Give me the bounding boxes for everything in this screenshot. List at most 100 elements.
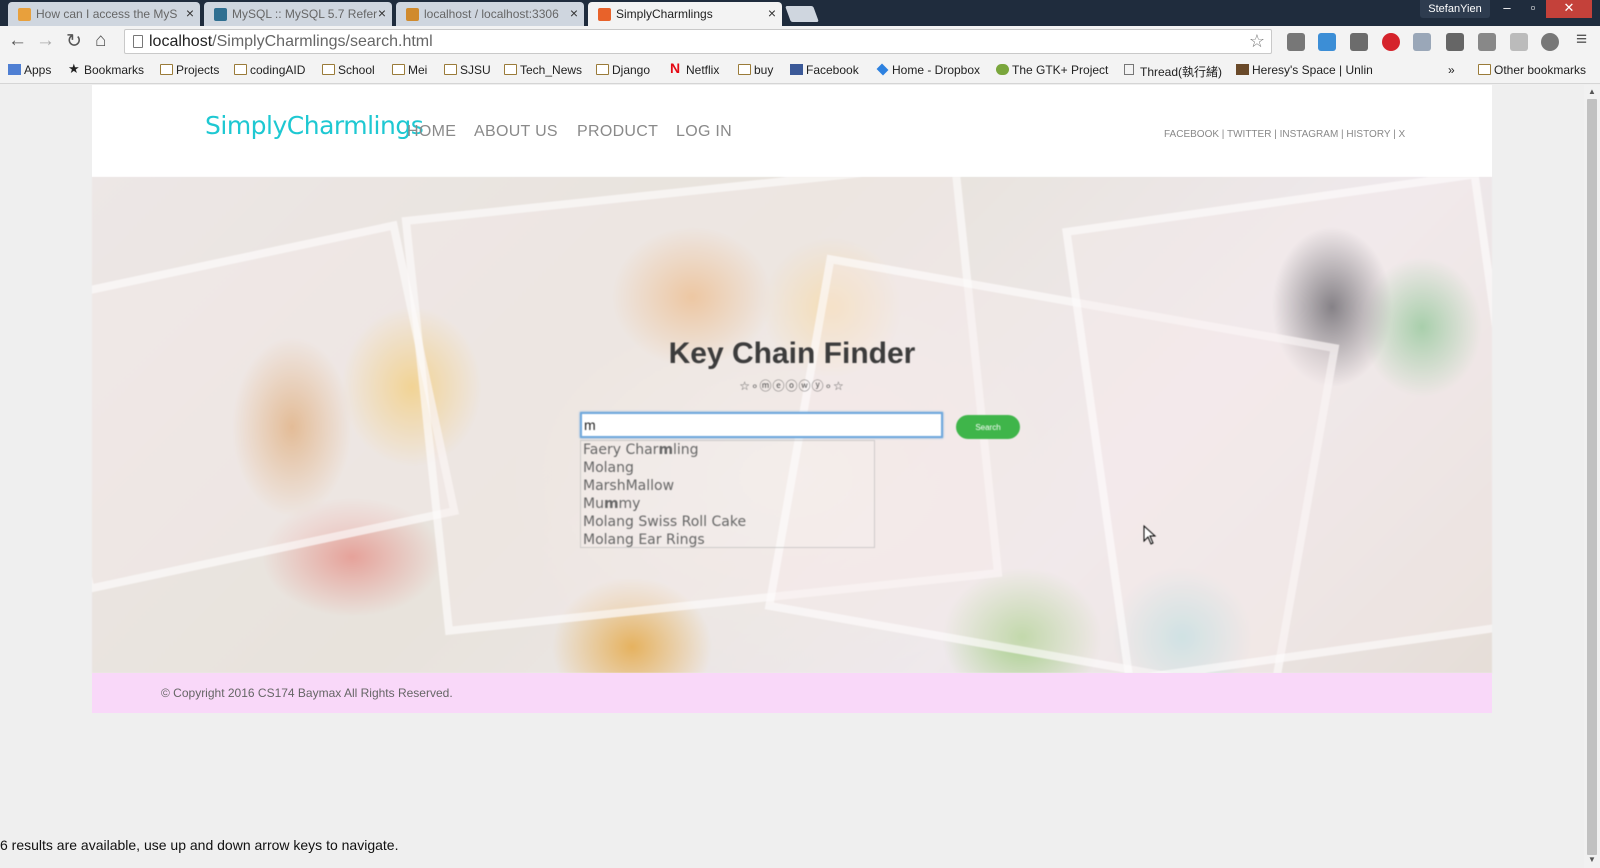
bookmark-label: SJSU <box>460 63 491 77</box>
close-tab-icon[interactable]: × <box>570 5 578 21</box>
page-icon <box>133 35 143 48</box>
suggestion-match: M <box>583 532 596 548</box>
suggestion-item[interactable]: MarshMallow <box>581 477 874 495</box>
opera-extension-icon[interactable] <box>1382 33 1400 51</box>
bookmark-projects[interactable]: Projects <box>160 63 219 77</box>
star-icon: ★ <box>68 61 80 76</box>
stackoverflow-favicon-icon <box>18 8 31 21</box>
bookmark-gtk[interactable]: The GTK+ Project <box>996 63 1108 77</box>
menu-icon[interactable]: ≡ <box>1576 29 1587 51</box>
tab-phpmyadmin[interactable]: localhost / localhost:3306 × <box>396 2 584 26</box>
page-icon <box>1124 64 1134 75</box>
site-footer: © Copyright 2016 CS174 Baymax All Rights… <box>92 673 1492 713</box>
suggestion-match: M <box>583 460 596 476</box>
bookmark-sjsu[interactable]: SJSU <box>444 63 491 77</box>
folder-icon <box>234 64 247 75</box>
bookmark-netflix[interactable]: N Netflix <box>670 60 719 77</box>
maximize-button[interactable]: ▫ <box>1520 0 1546 18</box>
bookmark-star-icon[interactable]: ☆ <box>1249 31 1265 52</box>
suggestion-item[interactable]: Faery Charmling <box>581 441 874 459</box>
bookmarks-bar: Apps ★ Bookmarks Projects codingAID Schoo… <box>0 58 1600 84</box>
suggestion-match: m <box>658 442 674 458</box>
bookmark-facebook[interactable]: Facebook <box>790 63 859 77</box>
suggestion-match: M <box>583 514 596 530</box>
vertical-scrollbar[interactable]: ▲ ▼ <box>1584 85 1600 868</box>
suggestion-text: Mu <box>583 496 604 512</box>
close-tab-icon[interactable]: × <box>378 5 386 21</box>
extension-icon[interactable] <box>1541 33 1559 51</box>
bookmark-buy[interactable]: buy <box>738 63 773 77</box>
bookmarks-overflow-chevron-icon[interactable]: » <box>1448 63 1455 77</box>
background-photo-card <box>1062 177 1492 673</box>
copyright-text: © Copyright 2016 CS174 Baymax All Rights… <box>161 686 453 700</box>
suggestion-text: arshMallow <box>595 478 675 494</box>
bookmark-heresy[interactable]: Heresy's Space | Unlin <box>1236 63 1373 77</box>
close-window-button[interactable]: ✕ <box>1546 0 1592 18</box>
suggestion-item[interactable]: Molang <box>581 459 874 477</box>
scroll-up-arrow-icon[interactable]: ▲ <box>1588 87 1596 96</box>
background-photo-card <box>92 220 460 594</box>
minimize-button[interactable]: – <box>1494 0 1520 18</box>
address-bar[interactable]: localhost/SimplyCharmlings/search.html ☆ <box>124 29 1272 54</box>
bookmark-apps[interactable]: Apps <box>8 63 51 77</box>
profile-button[interactable]: StefanYien <box>1420 0 1490 18</box>
site-logo[interactable]: SimplyCharmlings <box>205 111 424 140</box>
nav-home[interactable]: HOME <box>407 123 456 141</box>
forward-arrow-icon[interactable]: → <box>36 30 55 52</box>
folder-icon <box>322 64 335 75</box>
tab-stackoverflow[interactable]: How can I access the MyS × <box>8 2 200 26</box>
page-viewport: SimplyCharmlings HOME ABOUT US PRODUCT L… <box>0 85 1584 868</box>
bookmark-codingaid[interactable]: codingAID <box>234 63 305 77</box>
tab-title: MySQL :: MySQL 5.7 Refer <box>232 7 378 21</box>
bookmark-tech-news[interactable]: Tech_News <box>504 63 582 77</box>
bookmark-label: Other bookmarks <box>1494 63 1587 77</box>
bookmark-django[interactable]: Django <box>596 63 650 77</box>
suggestion-text: Faery Char <box>583 442 659 458</box>
folder-icon <box>1478 64 1491 75</box>
bookmark-label: Apps <box>24 63 52 77</box>
bookmark-school[interactable]: School <box>322 63 375 77</box>
bookmark-dropbox[interactable]: Home - Dropbox <box>876 63 980 77</box>
site-header: SimplyCharmlings HOME ABOUT US PRODUCT L… <box>92 85 1492 177</box>
mail-icon[interactable] <box>1287 33 1305 51</box>
autocomplete-list: Faery Charmling Molang MarshMallow Mummy… <box>580 440 875 548</box>
extension-icon[interactable] <box>1446 33 1464 51</box>
nav-log-in[interactable]: LOG IN <box>676 123 732 141</box>
scroll-down-arrow-icon[interactable]: ▼ <box>1588 855 1596 864</box>
home-icon[interactable]: ⌂ <box>95 30 106 52</box>
suggestion-item[interactable]: Mummy <box>581 495 874 513</box>
nav-about-us[interactable]: ABOUT US <box>474 123 558 141</box>
close-tab-icon[interactable]: × <box>768 5 776 21</box>
phpmyadmin-favicon-icon <box>406 8 419 21</box>
nav-product[interactable]: PRODUCT <box>577 123 658 141</box>
suggestion-text: my <box>618 496 641 512</box>
suggestion-item[interactable]: Molang Ear Rings <box>581 531 874 549</box>
search-input[interactable] <box>580 412 943 438</box>
bookmark-mei[interactable]: Mei <box>392 63 427 77</box>
suggestion-item[interactable]: Molang Swiss Roll Cake <box>581 513 874 531</box>
bookmark-label: Tech_News <box>520 63 583 77</box>
close-tab-icon[interactable]: × <box>186 5 194 21</box>
search-button[interactable]: Search <box>956 415 1020 439</box>
bookmark-bookmarks[interactable]: ★ Bookmarks <box>68 61 144 77</box>
other-bookmarks[interactable]: Other bookmarks <box>1478 63 1586 77</box>
url-host: localhost <box>149 33 213 50</box>
extension-icon[interactable] <box>1318 33 1336 51</box>
tab-mysql-reference[interactable]: MySQL :: MySQL 5.7 Refer × <box>204 2 392 26</box>
extension-icon[interactable] <box>1350 33 1368 51</box>
social-links[interactable]: FACEBOOK | TWITTER | INSTAGRAM | HISTORY… <box>1164 129 1405 140</box>
extension-icon[interactable] <box>1510 33 1528 51</box>
tab-simplycharmlings[interactable]: SimplyCharmlings × <box>588 2 782 26</box>
apps-grid-icon <box>8 64 21 75</box>
new-tab-button[interactable] <box>785 6 819 22</box>
suggestion-text: ling <box>673 442 699 458</box>
extension-icon[interactable] <box>1478 33 1496 51</box>
bookmark-label: Projects <box>176 63 220 77</box>
download-icon[interactable] <box>1413 33 1431 51</box>
bookmark-label: Django <box>612 63 651 77</box>
scrollbar-thumb[interactable] <box>1587 99 1597 855</box>
bookmark-thread[interactable]: Thread(執行緒) <box>1124 63 1222 80</box>
back-arrow-icon[interactable]: ← <box>8 30 27 52</box>
reload-icon[interactable]: ↻ <box>66 30 82 53</box>
suggestion-match: M <box>583 478 596 494</box>
